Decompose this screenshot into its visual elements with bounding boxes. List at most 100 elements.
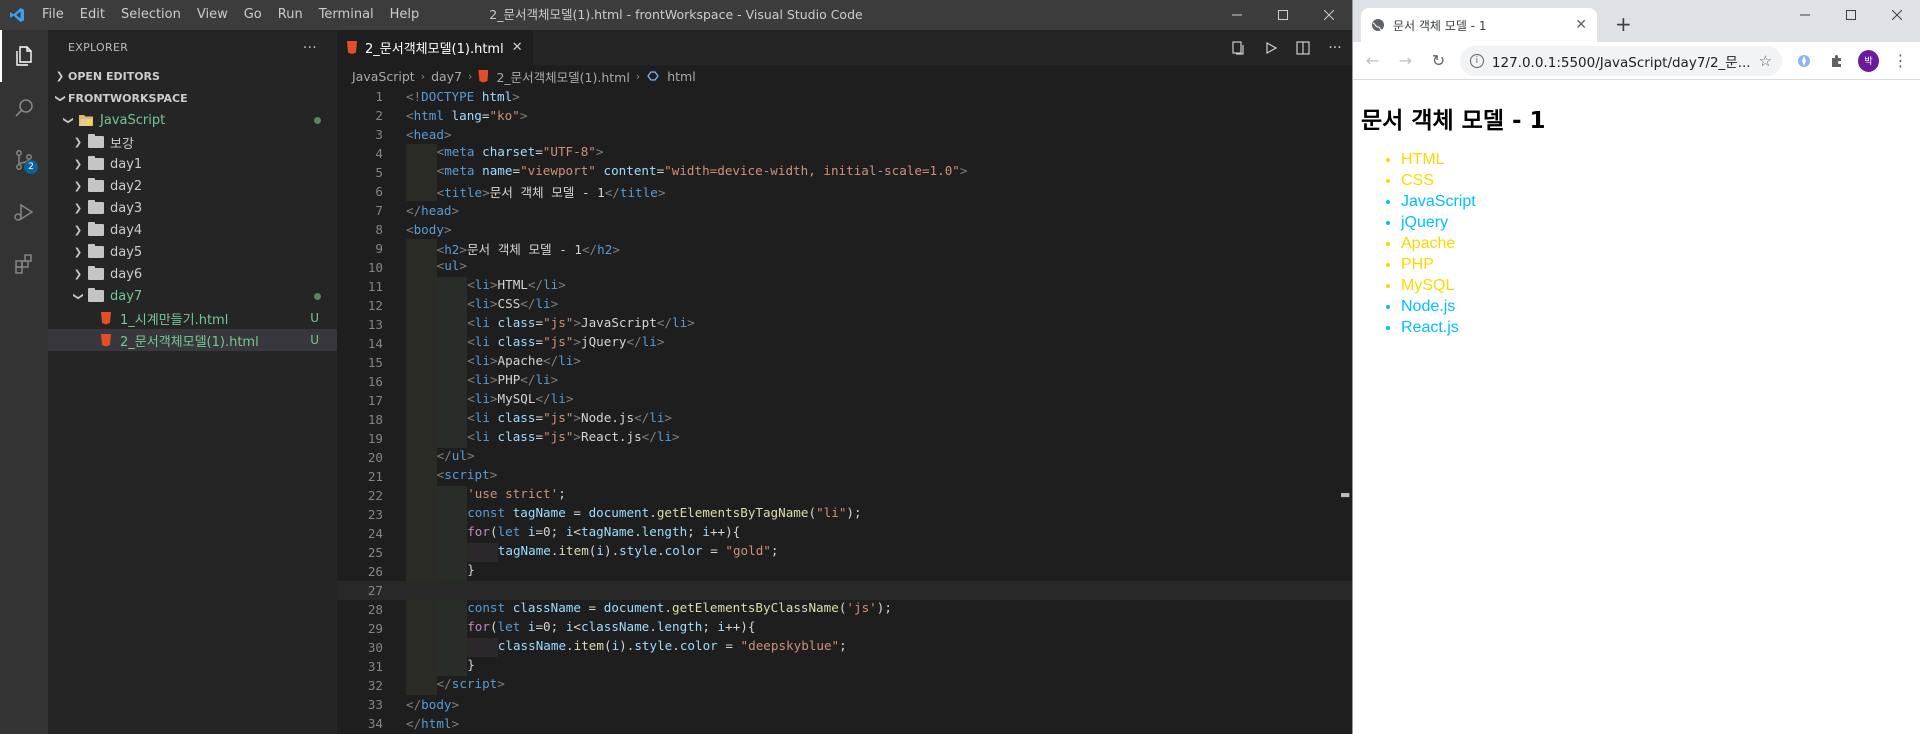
tree-item[interactable]: ❯ day6	[48, 263, 337, 285]
code-line[interactable]: 10 <ul>	[337, 258, 1352, 277]
tree-item[interactable]: ❯ day2	[48, 175, 337, 197]
workspace-section[interactable]: ❯ FRONTWORKSPACE	[48, 87, 337, 109]
new-tab-button[interactable]: +	[1615, 14, 1632, 34]
code-line[interactable]: 21 <script>	[337, 467, 1352, 486]
code-line[interactable]: 26}	[337, 562, 1352, 581]
tree-item[interactable]: ❯ JavaScript	[48, 109, 337, 131]
code-line[interactable]: 24 for(let i=0; i<tagName.length; i++){	[337, 524, 1352, 543]
puzzle-icon[interactable]	[1825, 49, 1848, 73]
run-icon[interactable]	[1262, 39, 1280, 57]
code-line[interactable]: 28 const className = document.getElements…	[337, 600, 1352, 619]
minimize-button[interactable]	[1782, 0, 1828, 30]
breadcrumb-item[interactable]: 2_문서객체모델(1).html	[496, 67, 629, 86]
code-line[interactable]: 23 const tagName = document.getElementsBy…	[337, 505, 1352, 524]
tab-active-file[interactable]: 2_문서객체모델(1).html ✕	[337, 30, 533, 65]
source-control-icon[interactable]: 2	[0, 134, 48, 186]
code-line[interactable]: 18 <li class="js">Node.js</li>	[337, 410, 1352, 429]
forward-arrow-icon[interactable]: →	[1394, 49, 1417, 73]
code-line[interactable]: 9 <h2>문서 객체 모델 - 1</h2>	[337, 239, 1352, 258]
info-icon[interactable]: i	[1469, 53, 1484, 68]
open-editors-section[interactable]: ❯ OPEN EDITORS	[48, 65, 337, 87]
browser-tab[interactable]: 문서 객체 모델 - 1 ✕	[1361, 8, 1597, 42]
tree-item[interactable]: ❯ day7	[48, 285, 337, 307]
explorer-icon[interactable]	[0, 30, 48, 82]
menu-edit[interactable]: Edit	[72, 0, 113, 30]
tree-item[interactable]: ❯ 보강	[48, 131, 337, 153]
tree-item[interactable]: ❯ day1	[48, 153, 337, 175]
split-editor-icon[interactable]	[1294, 39, 1312, 57]
reload-icon[interactable]: ↻	[1427, 49, 1450, 73]
close-button[interactable]	[1306, 0, 1352, 30]
code-line[interactable]: 13 <li class="js">JavaScript</li>	[337, 315, 1352, 334]
code-line[interactable]: 31}	[337, 657, 1352, 676]
code-line[interactable]: 8 <body>	[337, 220, 1352, 239]
more-actions-icon[interactable]: ···	[1326, 39, 1344, 57]
menu-view[interactable]: View	[189, 0, 236, 30]
run-debug-icon[interactable]	[0, 186, 48, 238]
back-arrow-icon[interactable]: ←	[1361, 49, 1384, 73]
code-line[interactable]: 11 <li>HTML</li>	[337, 277, 1352, 296]
page-list: HTMLCSSJavaScriptjQueryApachePHPMySQLNod…	[1361, 149, 1912, 338]
address-bar[interactable]: i 127.0.0.1:5500/JavaScript/day7/2_문... …	[1459, 45, 1783, 76]
tab-close-icon[interactable]: ✕	[512, 40, 523, 55]
code-line[interactable]: 17 <li>MySQL</li>	[337, 391, 1352, 410]
extensions-icon[interactable]	[0, 238, 48, 290]
code-line[interactable]: 15 <li>Apache</li>	[337, 353, 1352, 372]
code-line[interactable]: 14 <li class="js">jQuery</li>	[337, 334, 1352, 353]
code-line[interactable]: 3 <head>	[337, 125, 1352, 144]
code-line[interactable]: 32 </script>	[337, 676, 1352, 695]
code-line[interactable]: 33 </body>	[337, 695, 1352, 714]
html-file-icon	[96, 311, 116, 325]
menu-bar: File Edit Selection View Go Run Terminal Help	[34, 0, 427, 30]
more-actions-icon[interactable]: ···	[303, 40, 317, 56]
close-button[interactable]	[1874, 0, 1920, 30]
tree-item[interactable]: ❯ day5	[48, 241, 337, 263]
menu-help[interactable]: Help	[382, 0, 428, 30]
code-line[interactable]: 16 <li>PHP</li>	[337, 372, 1352, 391]
line-number: 3	[375, 127, 383, 142]
code-line[interactable]: 22 'use strict';	[337, 486, 1352, 505]
code-editor[interactable]: 1 <!DOCTYPE html> 2 <html lang="ko"> 3 <head>…	[337, 87, 1352, 734]
tree-item[interactable]: 2_문서객체모델(1).html U	[48, 329, 337, 351]
menu-terminal[interactable]: Terminal	[311, 0, 382, 30]
code-line[interactable]: 4 <meta charset="UTF-8">	[337, 144, 1352, 163]
search-icon[interactable]	[0, 82, 48, 134]
breadcrumb-item[interactable]: day7	[431, 69, 462, 84]
tree-item-label: day2	[110, 178, 143, 194]
breadcrumb-item[interactable]: JavaScript	[352, 69, 415, 84]
maximize-button[interactable]	[1828, 0, 1874, 30]
code-line[interactable]: 20 </ul>	[337, 448, 1352, 467]
maximize-button[interactable]	[1260, 0, 1306, 30]
tree-item[interactable]: ❯ day3	[48, 197, 337, 219]
line-number: 18	[367, 412, 383, 427]
close-tab-icon[interactable]: ✕	[1575, 17, 1587, 33]
menu-run[interactable]: Run	[270, 0, 311, 30]
code-line[interactable]: 30 className.item(i).style.color = "deeps…	[337, 638, 1352, 657]
menu-file[interactable]: File	[34, 0, 72, 30]
code-line[interactable]: 2 <html lang="ko">	[337, 106, 1352, 125]
tree-item-label: 2_문서객체모델(1).html	[120, 334, 259, 350]
code-line[interactable]: 29 for(let i=0; i<className.length; i++){	[337, 619, 1352, 638]
code-line[interactable]: 34 </html>	[337, 714, 1352, 733]
code-line[interactable]: 27	[337, 581, 1352, 600]
code-line[interactable]: 19 <li class="js">React.js</li>	[337, 429, 1352, 448]
tree-item[interactable]: ❯ day4	[48, 219, 337, 241]
code-line[interactable]: 6 <title>문서 객체 모델 - 1</title>	[337, 182, 1352, 201]
open-changes-icon[interactable]	[1230, 39, 1248, 57]
menu-kebab-icon[interactable]: ⋮	[1889, 49, 1912, 73]
menu-go[interactable]: Go	[236, 0, 270, 30]
profile-avatar[interactable]: 박	[1857, 49, 1880, 72]
line-number: 28	[367, 602, 383, 617]
minimize-button[interactable]	[1214, 0, 1260, 30]
menu-selection[interactable]: Selection	[113, 0, 189, 30]
code-line[interactable]: 5 <meta name="viewport" content="width=de…	[337, 163, 1352, 182]
tree-item[interactable]: 1_시계만들기.html U	[48, 307, 337, 329]
code-line[interactable]: 25 tagName.item(i).style.color = "gold";	[337, 543, 1352, 562]
code-line[interactable]: 12 <li>CSS</li>	[337, 296, 1352, 315]
code-line[interactable]: 1 <!DOCTYPE html>	[337, 87, 1352, 106]
bookmark-star-icon[interactable]: ☆	[1759, 52, 1772, 70]
vscode-logo-icon	[0, 0, 34, 30]
code-line[interactable]: 7 </head>	[337, 201, 1352, 220]
extension-icon[interactable]	[1792, 49, 1815, 73]
breadcrumb-item[interactable]: html	[667, 69, 695, 84]
